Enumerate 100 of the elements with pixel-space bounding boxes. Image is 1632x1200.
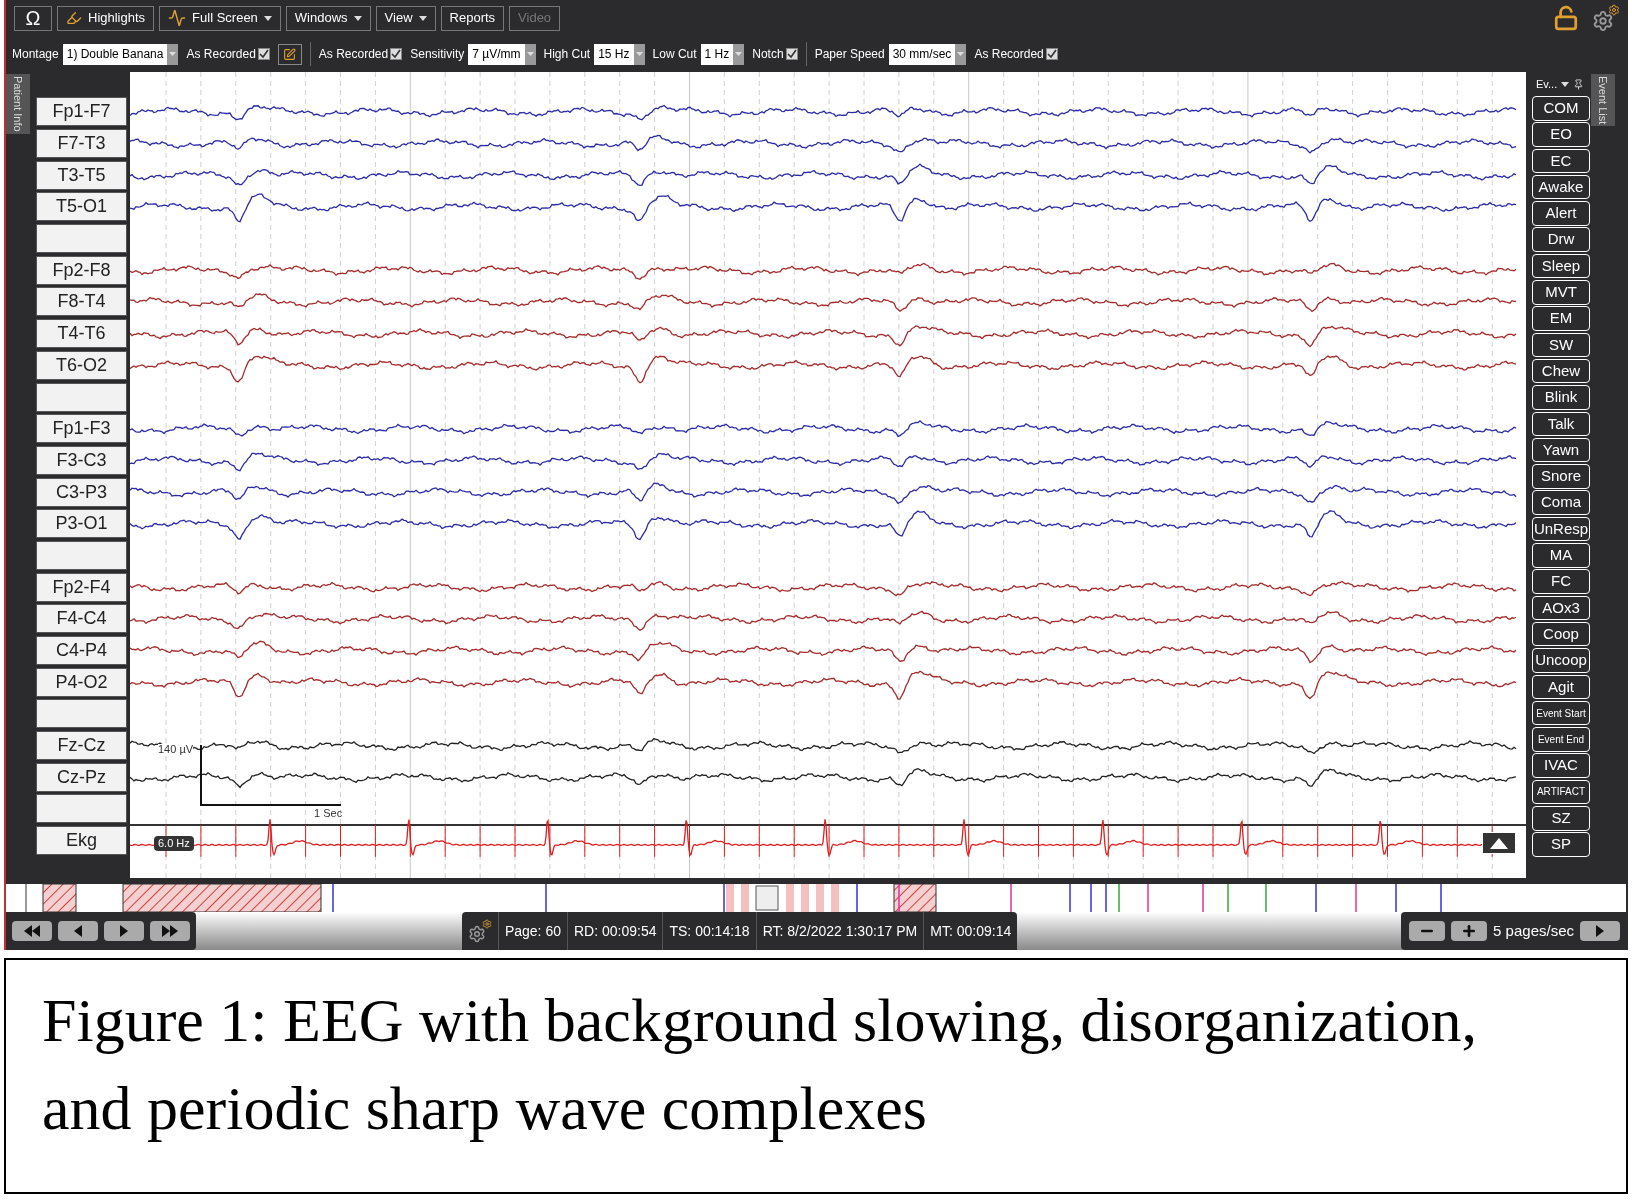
faster-button[interactable]	[1451, 921, 1488, 941]
full-screen-button[interactable]: Full Screen	[159, 5, 281, 31]
event-button[interactable]: Snore	[1532, 464, 1590, 489]
step-forward-button[interactable]	[104, 921, 144, 941]
select-field[interactable]: 30 mm/sec	[888, 43, 967, 65]
event-button[interactable]: IVAC	[1532, 753, 1590, 778]
channel-label[interactable]: F8-T4	[36, 287, 127, 317]
channel-label[interactable]: Fp2-F4	[36, 572, 127, 602]
pin-icon[interactable]	[1573, 78, 1585, 90]
channel-label[interactable]: Fz-Cz	[36, 731, 127, 761]
checkbox-label: As Recorded	[974, 46, 1044, 63]
event-button[interactable]: Chew	[1532, 358, 1590, 384]
double-triangle-left-icon	[23, 924, 41, 938]
caret-icon	[169, 52, 177, 56]
channel-label[interactable]: T3-T5	[36, 160, 127, 190]
event-button[interactable]: Drw	[1532, 227, 1590, 252]
omega-button[interactable]: Ω	[14, 5, 52, 31]
scroll-up-button[interactable]	[1482, 832, 1516, 854]
setting-label: High Cut	[543, 46, 591, 63]
event-button[interactable]: Event End	[1532, 727, 1590, 752]
channel-label[interactable]: F4-C4	[36, 604, 127, 634]
channel-label[interactable]: Cz-Pz	[36, 762, 127, 792]
select-field[interactable]: 15 Hz	[594, 43, 645, 65]
event-button[interactable]: SP	[1532, 832, 1590, 857]
event-button[interactable]: SZ	[1532, 806, 1590, 831]
event-button[interactable]: Alert	[1532, 201, 1590, 226]
event-button[interactable]: Agit	[1532, 674, 1590, 700]
event-button[interactable]: Coma	[1532, 490, 1590, 515]
event-button[interactable]: MA	[1532, 543, 1590, 568]
event-button[interactable]: FC	[1532, 569, 1590, 594]
double-triangle-right-icon	[161, 924, 179, 938]
playback-speed: 5 pages/sec	[1493, 920, 1574, 941]
edit-button[interactable]	[277, 43, 302, 65]
channel-label[interactable]: Ekg	[36, 826, 127, 856]
status-field: RT: 8/2/2022 1:30:17 PM	[755, 912, 924, 950]
event-button[interactable]: Sleep	[1532, 253, 1590, 279]
toolbar-button[interactable]: Reports	[440, 5, 505, 31]
gears-icon[interactable]	[467, 919, 492, 943]
checkbox[interactable]	[390, 48, 403, 60]
channel-label[interactable]: Fp1-F7	[36, 97, 127, 127]
channel-label[interactable]: T4-T6	[36, 319, 127, 349]
highlighter-icon	[66, 10, 82, 26]
event-button[interactable]: EO	[1532, 122, 1590, 147]
channel-label[interactable]: T6-O2	[36, 350, 127, 380]
event-button[interactable]: Talk	[1532, 411, 1590, 437]
slower-button[interactable]	[1409, 921, 1446, 941]
channel-label[interactable]: Fp1-F3	[36, 414, 127, 444]
channel-label[interactable]: F3-C3	[36, 445, 127, 475]
event-button[interactable]: SW	[1532, 332, 1590, 358]
menu-button[interactable]: View	[375, 5, 436, 31]
select-field[interactable]: 1 Hz	[700, 43, 745, 65]
setting-label: Low Cut	[652, 46, 697, 63]
lock-icon[interactable]	[1553, 5, 1579, 31]
caret-icon	[635, 52, 643, 56]
event-button[interactable]: Event Start	[1532, 700, 1590, 726]
caret-icon	[526, 52, 534, 56]
menu-button[interactable]: Windows	[285, 5, 371, 31]
caret-icon	[735, 52, 743, 56]
event-button[interactable]: COM	[1532, 96, 1590, 121]
setting-label: Paper Speed	[814, 46, 885, 63]
event-button[interactable]: UnResp	[1532, 516, 1590, 542]
event-button[interactable]: ARTIFACT	[1532, 779, 1590, 805]
channel-label[interactable]: C3-P3	[36, 477, 127, 507]
channel-label[interactable]: T5-O1	[36, 192, 127, 222]
highlights-button[interactable]: Highlights	[57, 5, 155, 31]
checkbox[interactable]	[257, 48, 270, 60]
event-list-tab[interactable]: Event List	[1590, 74, 1616, 127]
triangle-left-icon	[73, 924, 83, 938]
setting-label: Montage	[12, 46, 59, 63]
channel-label[interactable]: P4-O2	[36, 667, 127, 697]
gears-icon[interactable]	[1592, 4, 1620, 32]
event-filter-dropdown[interactable]: Ev...	[1536, 75, 1558, 93]
channel-label[interactable]: Fp2-F8	[36, 255, 127, 285]
event-button[interactable]: AOx3	[1532, 595, 1590, 621]
channel-label[interactable]: C4-P4	[36, 636, 127, 666]
channel-label[interactable]: F7-T3	[36, 129, 127, 159]
channel-label[interactable]: P3-O1	[36, 509, 127, 539]
event-button[interactable]: Uncoop	[1532, 648, 1590, 673]
triangle-up-icon	[1490, 837, 1508, 849]
event-button[interactable]: MVT	[1532, 280, 1590, 305]
step-back-button[interactable]	[58, 921, 98, 941]
event-button[interactable]: Blink	[1532, 385, 1590, 410]
rewind-button[interactable]	[12, 921, 52, 941]
edit-icon	[283, 47, 297, 61]
event-button[interactable]: Yawn	[1532, 437, 1590, 463]
checkbox[interactable]	[785, 48, 798, 60]
event-button[interactable]: Coop	[1532, 621, 1590, 647]
select-field[interactable]: 1) Double Banana	[62, 43, 179, 65]
event-button[interactable]: EM	[1532, 306, 1590, 331]
fast-forward-button[interactable]	[150, 921, 190, 941]
triangle-right-icon	[119, 924, 129, 938]
caret-icon	[263, 15, 272, 21]
event-button[interactable]: Awake	[1532, 174, 1590, 200]
event-button[interactable]: EC	[1532, 148, 1590, 174]
amplitude-scale-label: 140 µV	[158, 744, 194, 755]
setting-label: Sensitivity	[410, 46, 465, 63]
patient-info-tab[interactable]: Patient Info	[5, 74, 31, 134]
play-button[interactable]	[1580, 921, 1620, 941]
select-field[interactable]: 7 µV/mm	[468, 43, 536, 65]
checkbox[interactable]	[1045, 48, 1058, 60]
